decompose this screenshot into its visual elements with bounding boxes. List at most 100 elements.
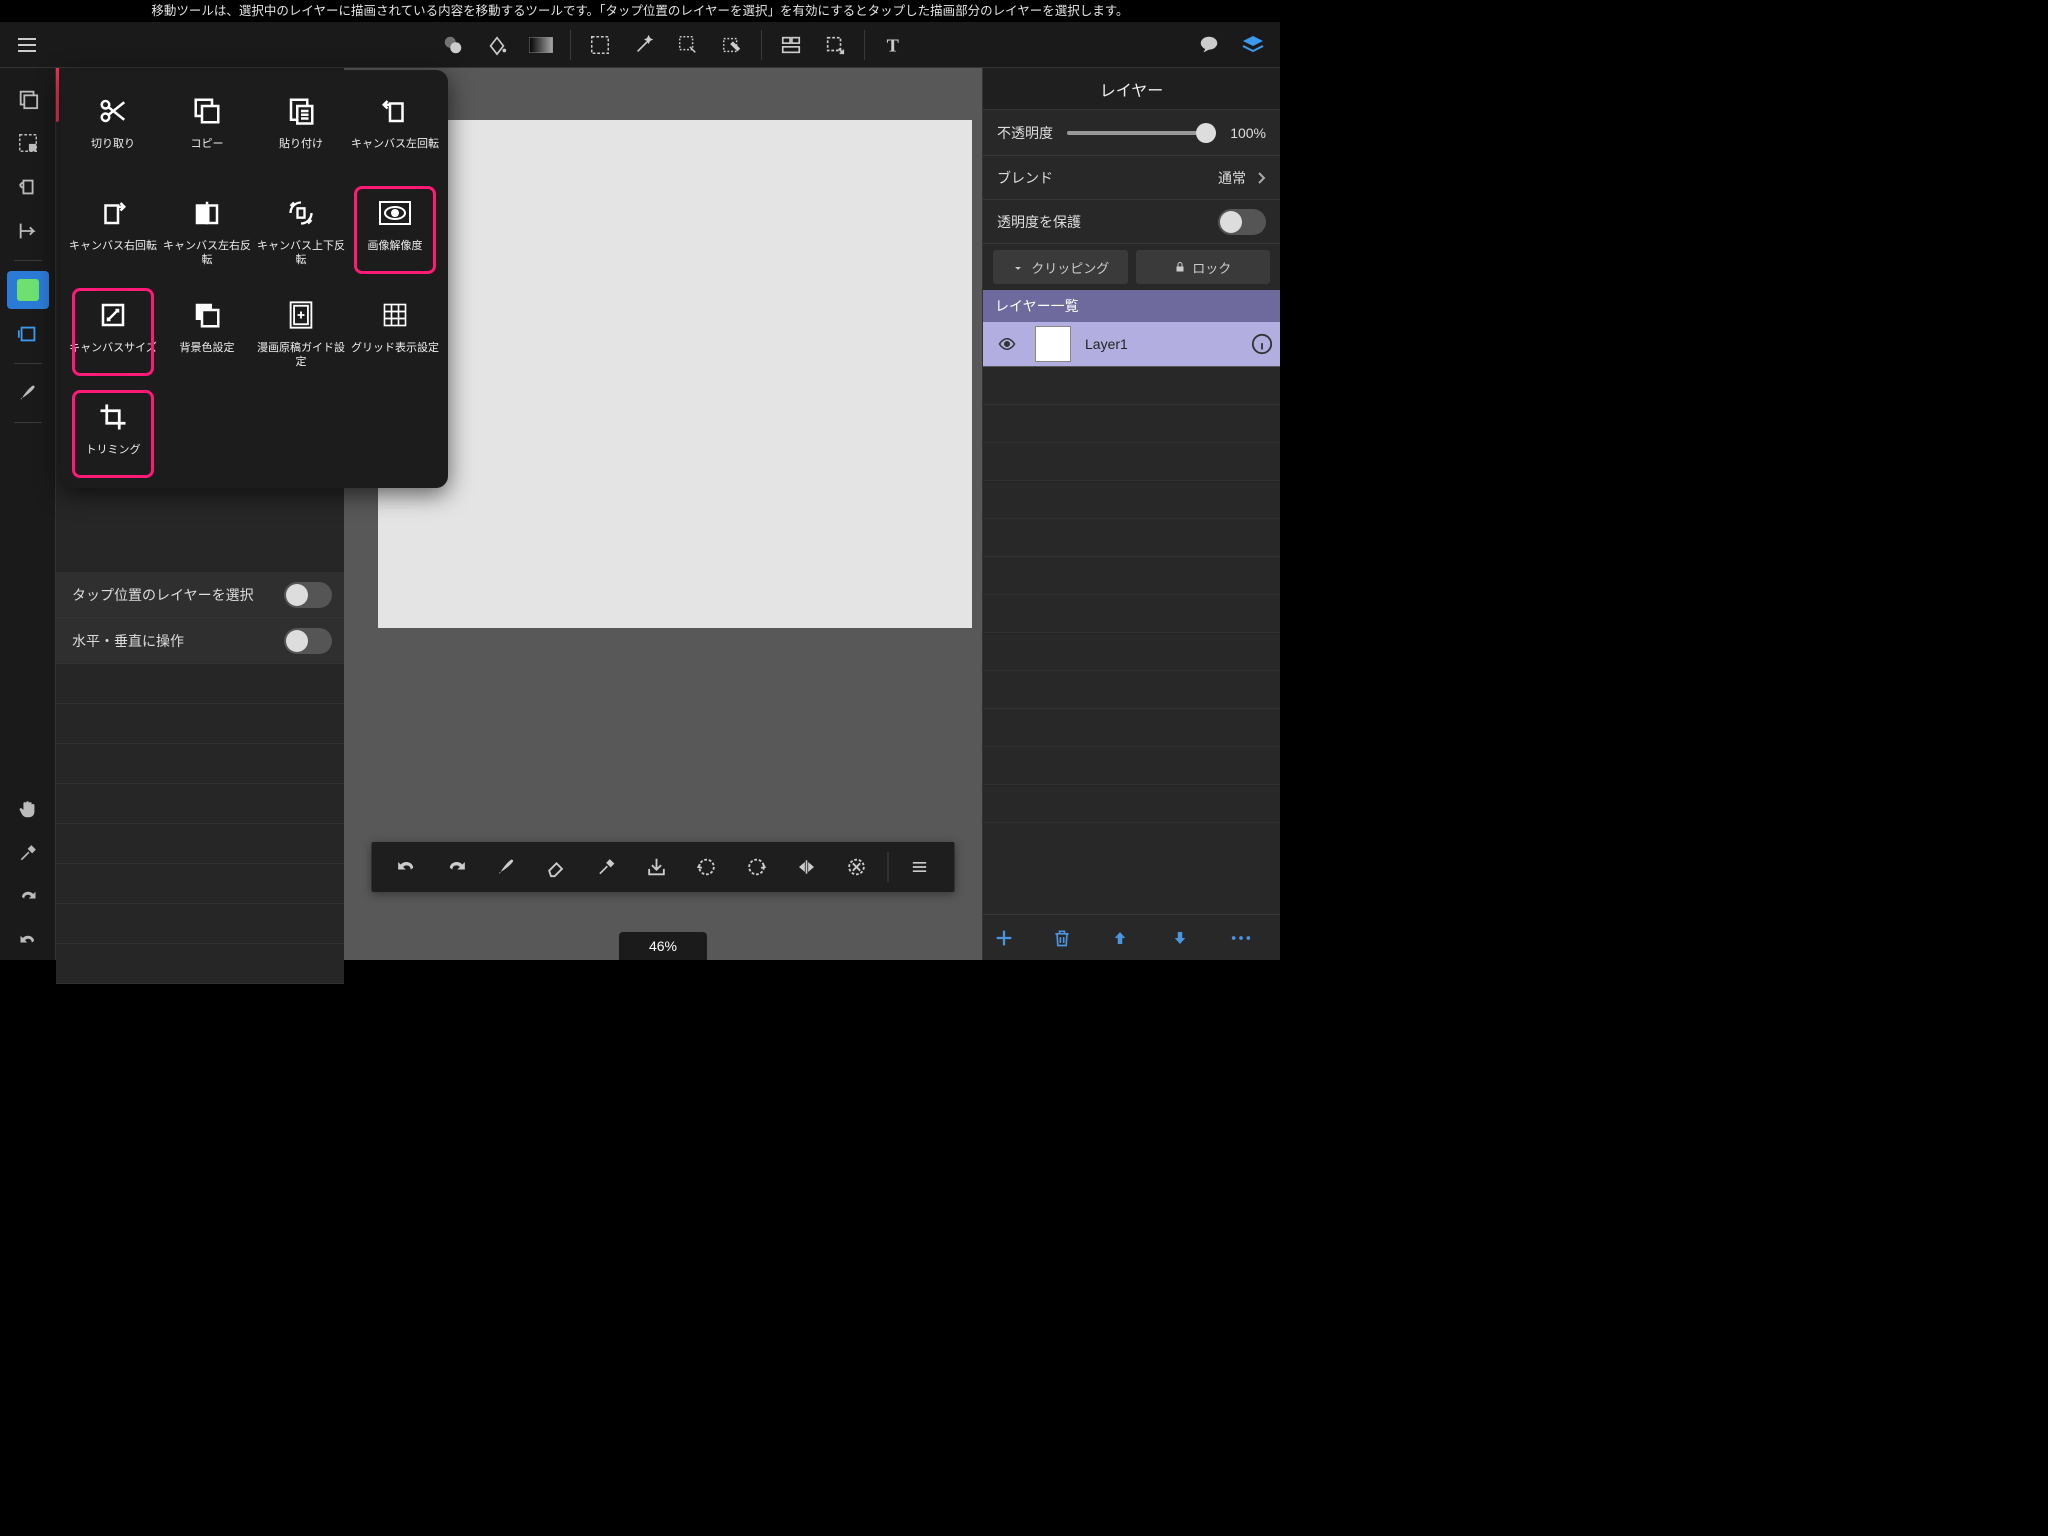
tooltip-bar: 移動ツールは、選択中のレイヤーに描画されている内容を移動するツールです。「タップ…	[0, 0, 1280, 22]
selection-icon[interactable]	[7, 124, 49, 162]
edit-canvas-size[interactable]: キャンバスサイズ	[66, 288, 160, 376]
rotate-view-icon[interactable]	[7, 168, 49, 206]
clipping-icon	[1011, 260, 1025, 274]
svg-text:T: T	[887, 35, 899, 55]
edit-grid[interactable]: グリッド表示設定	[348, 288, 442, 376]
canvas-fit-icon[interactable]	[7, 315, 49, 353]
flip-h-icon	[181, 192, 233, 234]
redo-button[interactable]	[432, 842, 482, 892]
eraser-button[interactable]	[532, 842, 582, 892]
edit-bg-color[interactable]: 背景色設定	[160, 288, 254, 376]
delete-layer-icon[interactable]	[1052, 927, 1092, 949]
quickbar-menu-icon[interactable]	[895, 842, 945, 892]
canvas-size-icon	[87, 294, 139, 336]
layer-opacity-row[interactable]: 不透明度 100%	[983, 110, 1280, 156]
move-tool-icon[interactable]	[7, 271, 49, 309]
layer-more-icon[interactable]	[1230, 934, 1270, 942]
eyedropper-button[interactable]	[582, 842, 632, 892]
add-layer-icon[interactable]	[993, 927, 1033, 949]
select-rect-icon[interactable]	[579, 24, 621, 66]
copy-icon	[181, 90, 233, 132]
edit-popup: 切り取り コピー 貼り付け キャンバス左回転 キャンバス右回転 キャンバス左右反…	[60, 70, 448, 488]
layer-down-icon[interactable]	[1171, 928, 1211, 948]
layer-thumbnail	[1035, 326, 1071, 362]
opacity-slider[interactable]	[1067, 131, 1216, 135]
chat-icon[interactable]	[1188, 24, 1230, 66]
visibility-icon[interactable]	[983, 335, 1031, 353]
edit-paste[interactable]: 貼り付け	[254, 84, 348, 172]
paste-icon	[275, 90, 327, 132]
edit-rotate-left[interactable]: キャンバス左回転	[348, 84, 442, 172]
layer-up-icon[interactable]	[1111, 928, 1151, 948]
toggle-protect-alpha[interactable]	[1218, 209, 1266, 235]
wand-icon[interactable]	[623, 24, 665, 66]
bg-color-icon	[181, 294, 233, 336]
crop-icon	[87, 396, 139, 438]
select-eraser-icon[interactable]	[711, 24, 753, 66]
option-hv-constrain[interactable]: 水平・垂直に操作	[56, 618, 344, 664]
resolution-icon	[369, 192, 421, 234]
top-toolbar: T	[0, 22, 1280, 68]
guide-icon[interactable]	[7, 212, 49, 250]
option-tap-layer[interactable]: タップ位置のレイヤーを選択	[56, 572, 344, 618]
menu-icon[interactable]	[6, 24, 48, 66]
layers-icon[interactable]	[1232, 24, 1274, 66]
bucket-icon[interactable]	[476, 24, 518, 66]
edit-flip-v[interactable]: キャンバス上下反転	[254, 186, 348, 274]
transform-icon[interactable]	[814, 24, 856, 66]
left-sidebar	[0, 68, 56, 960]
option-hv-label: 水平・垂直に操作	[72, 631, 184, 651]
flip-button[interactable]	[782, 842, 832, 892]
chevron-right-icon	[1256, 171, 1266, 185]
undo-icon[interactable]	[7, 922, 49, 960]
edit-manga-guide[interactable]: 漫画原稿ガイド設定	[254, 288, 348, 376]
edit-rotate-right[interactable]: キャンバス右回転	[66, 186, 160, 274]
layer-name: Layer1	[1075, 336, 1244, 352]
manga-guide-icon	[275, 294, 327, 336]
reset-view-button[interactable]	[832, 842, 882, 892]
eyedropper-icon[interactable]	[7, 834, 49, 872]
clipping-button[interactable]: クリッピング	[993, 250, 1128, 284]
edit-trimming[interactable]: トリミング	[66, 390, 160, 478]
option-tap-layer-label: タップ位置のレイヤーを選択	[72, 585, 254, 605]
quick-toolbar	[372, 842, 955, 892]
circle-overlap-icon[interactable]	[432, 24, 474, 66]
lock-icon	[1174, 260, 1186, 274]
scissors-icon	[87, 90, 139, 132]
brush-button[interactable]	[482, 842, 532, 892]
toggle-tap-layer[interactable]	[284, 582, 332, 608]
rotate-ccw-button[interactable]	[682, 842, 732, 892]
rotate-right-icon	[87, 192, 139, 234]
layer-info-icon[interactable]	[1244, 333, 1280, 355]
hand-icon[interactable]	[7, 790, 49, 828]
edit-cut[interactable]: 切り取り	[66, 84, 160, 172]
gradient-icon[interactable]	[520, 24, 562, 66]
brush-icon[interactable]	[7, 374, 49, 412]
layer-protect-row[interactable]: 透明度を保護	[983, 200, 1280, 244]
layer-panel: レイヤー 不透明度 100% ブレンド 通常 透明度を保護 クリッピング ロック…	[982, 68, 1280, 960]
grid-icon	[369, 294, 421, 336]
zoom-indicator[interactable]: 46%	[619, 932, 707, 960]
layer-blend-row[interactable]: ブレンド 通常	[983, 156, 1280, 200]
blend-label: ブレンド	[997, 168, 1053, 188]
flip-v-icon	[275, 192, 327, 234]
layer-footer	[983, 914, 1280, 960]
edit-resolution[interactable]: 画像解像度	[348, 186, 442, 274]
edit-menu-icon[interactable]	[7, 80, 49, 118]
toggle-hv-constrain[interactable]	[284, 628, 332, 654]
opacity-value: 100%	[1230, 125, 1266, 141]
opacity-label: 不透明度	[997, 123, 1053, 143]
select-pen-icon[interactable]	[667, 24, 709, 66]
divide-icon[interactable]	[770, 24, 812, 66]
rotate-cw-button[interactable]	[732, 842, 782, 892]
canvas[interactable]	[378, 120, 972, 628]
layer-item[interactable]: Layer1	[983, 322, 1280, 367]
edit-flip-h[interactable]: キャンバス左右反転	[160, 186, 254, 274]
edit-copy[interactable]: コピー	[160, 84, 254, 172]
text-icon[interactable]: T	[873, 24, 915, 66]
protect-label: 透明度を保護	[997, 212, 1081, 232]
undo-button[interactable]	[382, 842, 432, 892]
save-button[interactable]	[632, 842, 682, 892]
redo-icon[interactable]	[7, 878, 49, 916]
lock-button[interactable]: ロック	[1136, 250, 1271, 284]
